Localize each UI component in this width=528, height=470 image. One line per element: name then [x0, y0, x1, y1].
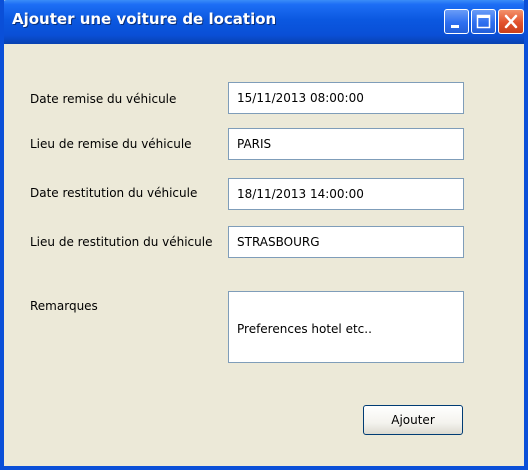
close-button[interactable] [498, 9, 524, 34]
lieu-restitution-label: Lieu de restitution du véhicule [30, 235, 213, 249]
date-restitution-input[interactable]: 18/11/2013 14:00:00 [228, 178, 464, 210]
remarques-textarea[interactable]: Preferences hotel etc.. [228, 291, 464, 363]
close-icon [504, 14, 518, 29]
title-bar[interactable]: Ajouter une voiture de location [4, 0, 524, 44]
ajouter-button[interactable]: Ajouter [363, 405, 463, 435]
lieu-restitution-input[interactable]: STRASBOURG [228, 226, 464, 258]
maximize-button[interactable] [471, 9, 496, 34]
window-title: Ajouter une voiture de location [12, 10, 277, 28]
lieu-remise-input[interactable]: PARIS [228, 128, 464, 160]
minimize-button[interactable] [444, 9, 469, 34]
date-restitution-label: Date restitution du véhicule [30, 186, 198, 200]
date-remise-label: Date remise du véhicule [30, 92, 177, 106]
lieu-remise-label: Lieu de remise du véhicule [30, 137, 192, 151]
dialog-window: Ajouter une voiture de location Date rem… [0, 0, 528, 470]
remarques-label: Remarques [30, 299, 98, 313]
maximize-icon [476, 14, 491, 29]
minimize-icon [451, 25, 459, 28]
date-remise-input[interactable]: 15/11/2013 08:00:00 [228, 82, 464, 114]
